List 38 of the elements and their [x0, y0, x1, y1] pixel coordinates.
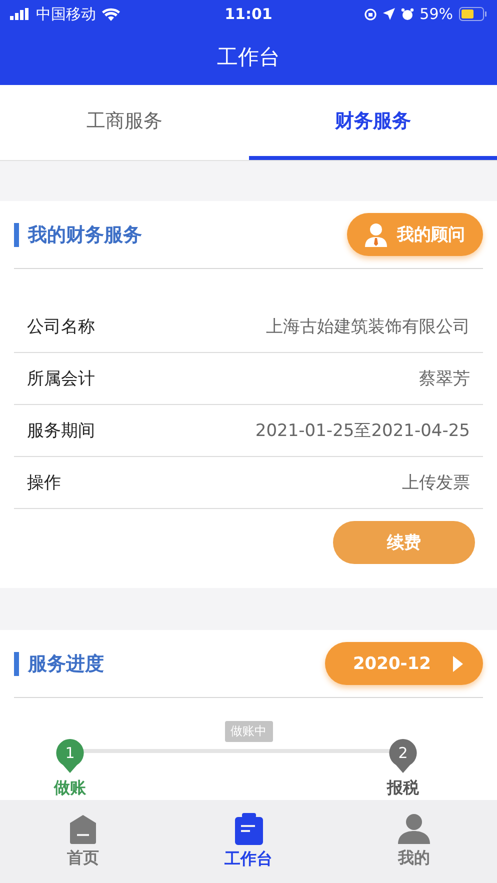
rotation-lock-icon [364, 8, 377, 20]
battery-percent: 59% [420, 5, 453, 23]
field-value: 蔡翠芳 [419, 368, 470, 390]
nav-item[interactable]: 工作台 [166, 800, 332, 883]
tab[interactable]: 工商服务 [0, 85, 248, 160]
field-label: 公司名称 [27, 316, 95, 338]
caret-icon [453, 656, 463, 672]
person-icon [398, 814, 430, 844]
field-value: 上传发票 [402, 472, 470, 494]
field-label: 服务期间 [27, 420, 95, 442]
tab[interactable]: 财务服务 [248, 85, 497, 160]
wifi-icon [102, 8, 120, 20]
step-number: 2 [397, 744, 409, 762]
signal-icon [10, 8, 30, 20]
clock-time: 11:01 [224, 5, 272, 23]
nav-item[interactable]: 我的 [331, 800, 497, 883]
field-label: 所属会计 [27, 368, 95, 390]
step-label: 做账 [54, 778, 86, 799]
advisor-icon [365, 222, 387, 246]
carrier-name: 中国移动 [36, 4, 96, 24]
section-title: 我的财务服务 [14, 222, 142, 246]
location-arrow-icon [382, 8, 395, 20]
alarm-icon [400, 8, 414, 20]
home-icon [68, 814, 98, 844]
status-tooltip: 做账中 [224, 721, 272, 742]
field-label: 操作 [27, 472, 61, 494]
page-title: 工作台 [217, 44, 280, 70]
advisor-button[interactable]: 我的顾问 [347, 213, 483, 256]
field-value: 上海古始建筑装饰有限公司 [266, 316, 470, 338]
step-number: 1 [64, 744, 76, 762]
battery-icon [459, 7, 487, 21]
step-label: 报税 [387, 778, 419, 799]
clipboard-icon [234, 813, 262, 845]
section-title: 服务进度 [14, 652, 104, 676]
nav-item[interactable]: 首页 [0, 800, 166, 883]
renew-button[interactable]: 续费 [333, 521, 475, 564]
period-button[interactable]: 2020-12 [324, 642, 483, 685]
field-value: 2021-01-25至2021-04-25 [255, 420, 470, 442]
